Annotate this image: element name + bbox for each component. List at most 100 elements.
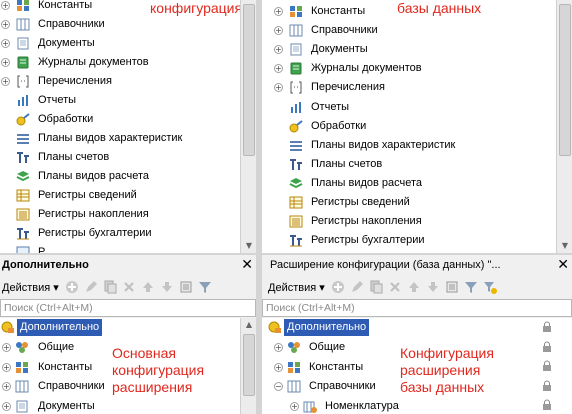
tree-item[interactable]: + Журналы документов [262,59,572,78]
reports-icon [16,94,30,107]
extension-root-icon [268,321,282,334]
top-right-scrollbar[interactable]: ▼ [556,0,572,253]
bottom-left-search-input[interactable]: Поиск (Ctrl+Alt+M) [0,299,256,317]
tree-item-label: Справочники [38,18,105,30]
chart-of-characteristic-types-icon [289,139,303,152]
tree-item[interactable]: + Справочники [0,15,256,34]
bottom-left-panel-title: Дополнительно ✕ [0,255,256,275]
add-icon[interactable] [330,279,346,295]
actions-menu-button[interactable]: Действия ▾ [0,281,61,294]
panel-title-text: Расширение конфигурации (база данных) ".… [270,259,501,271]
tree-item-label: Константы [38,360,93,373]
tree-item-label: Планы видов характеристик [311,138,456,151]
list-icon[interactable] [178,279,194,295]
tree-root-item[interactable]: Дополнительно [262,318,572,337]
tree-item[interactable]: + Журналы документов [0,53,256,72]
collapse-icon[interactable]: − [274,382,283,391]
overlay-line: расширения [112,379,193,395]
enumerations-icon [16,75,30,88]
expand-icon[interactable]: + [274,7,283,16]
scrollbar-thumb[interactable] [243,4,255,156]
scroll-down-arrow-icon[interactable]: ▼ [557,239,572,253]
filter-icon[interactable] [463,279,479,295]
tree-item[interactable]: + Справочники [262,21,572,40]
tree-item[interactable]: Регистры сведений [262,193,572,212]
edit-icon[interactable] [83,279,99,295]
tree-item[interactable]: + Документы [262,40,572,59]
bottom-right-panel-title: Расширение конфигурации (база данных) ".… [262,255,572,275]
tree-item[interactable]: Р... [0,243,256,253]
tree-item-label: Регистры бухгалтерии [38,227,152,239]
documents-icon [15,400,29,413]
expand-icon[interactable]: + [1,1,10,10]
tree-item[interactable]: Планы видов расчета [0,167,256,186]
tree-item[interactable]: + Перечисления [0,72,256,91]
expand-icon[interactable]: + [274,26,283,36]
bottom-left-scrollbar[interactable]: ▲ [240,318,256,414]
expand-icon[interactable]: + [2,382,11,391]
tree-item[interactable]: Планы счетов [262,155,572,174]
copy-icon[interactable] [368,279,384,295]
actions-menu-button[interactable]: Действия ▾ [262,281,327,294]
tree-item[interactable]: Отчеты [0,91,256,110]
close-icon[interactable]: ✕ [557,256,569,274]
bottom-right-search-input[interactable]: Поиск (Ctrl+Alt+M) [262,299,572,317]
tree-item[interactable]: Регистры сведений [0,186,256,205]
move-up-icon[interactable] [140,279,156,295]
scroll-up-arrow-icon[interactable]: ▲ [241,318,256,332]
tree-item[interactable]: Планы видов характеристик [262,136,572,155]
tree-item[interactable]: + Перечисления [262,78,572,97]
tree-item[interactable]: Обработки [0,110,256,129]
bottom-right-tree-pane: Дополнительно + Общие + Константы − Справочник… [262,318,572,414]
tree-item-label: Планы счетов [38,151,110,163]
filter-icon[interactable] [197,279,213,295]
lock-icon [542,380,552,392]
scrollbar-thumb[interactable] [243,334,255,396]
tree-item[interactable]: + Документы [0,34,256,53]
expand-icon[interactable]: + [290,401,299,411]
expand-icon[interactable]: + [1,20,10,29]
scrollbar-thumb[interactable] [559,4,571,156]
expand-icon[interactable]: + [274,64,283,74]
document-journals-icon [16,56,30,69]
tree-item-label: Справочники [38,380,105,392]
add-icon[interactable] [64,279,80,295]
tree-item[interactable]: Регистры накопления [262,212,572,231]
move-down-icon[interactable] [425,279,441,295]
tree-item[interactable]: Регистры бухгалтерии [262,231,572,250]
filter-options-icon[interactable] [482,279,498,295]
tree-item[interactable]: Регистры бухгалтерии [0,224,256,243]
copy-icon[interactable] [102,279,118,295]
move-down-icon[interactable] [159,279,175,295]
tree-item[interactable]: + Документы [0,397,256,414]
tree-item[interactable]: Отчеты [262,98,572,117]
tree-root-item[interactable]: Дополнительно [0,318,256,337]
tree-item[interactable]: Обработки [262,117,572,136]
edit-icon[interactable] [349,279,365,295]
tree-item[interactable]: Планы видов расчета [262,174,572,193]
delete-icon[interactable] [387,279,403,295]
tree-item[interactable]: Регистры накопления [0,205,256,224]
top-left-scrollbar[interactable]: ▼ [240,0,256,253]
expand-icon[interactable]: + [274,45,283,55]
expand-icon[interactable]: + [1,39,10,48]
tree-item[interactable]: + Номенклатура [262,397,572,414]
delete-icon[interactable] [121,279,137,295]
expand-icon[interactable]: + [1,77,10,86]
expand-icon[interactable]: + [1,58,10,67]
bottom-left-overlay-caption: Основная конфигурация расширения [112,345,204,396]
scroll-down-arrow-icon[interactable]: ▼ [241,239,256,253]
expand-icon[interactable]: + [274,83,283,93]
tree-item[interactable]: Планы видов характеристик [0,129,256,148]
tree-item[interactable]: Планы счетов [0,148,256,167]
expand-icon[interactable]: + [2,401,11,411]
move-up-icon[interactable] [406,279,422,295]
expand-icon[interactable]: + [2,362,11,372]
close-icon[interactable]: ✕ [241,256,253,274]
list-icon[interactable] [444,279,460,295]
data-processors-icon [289,119,303,133]
expand-icon[interactable]: + [274,343,283,352]
expand-icon[interactable]: + [2,343,11,352]
tree-item-label: Обработки [38,113,94,125]
expand-icon[interactable]: + [274,362,283,372]
